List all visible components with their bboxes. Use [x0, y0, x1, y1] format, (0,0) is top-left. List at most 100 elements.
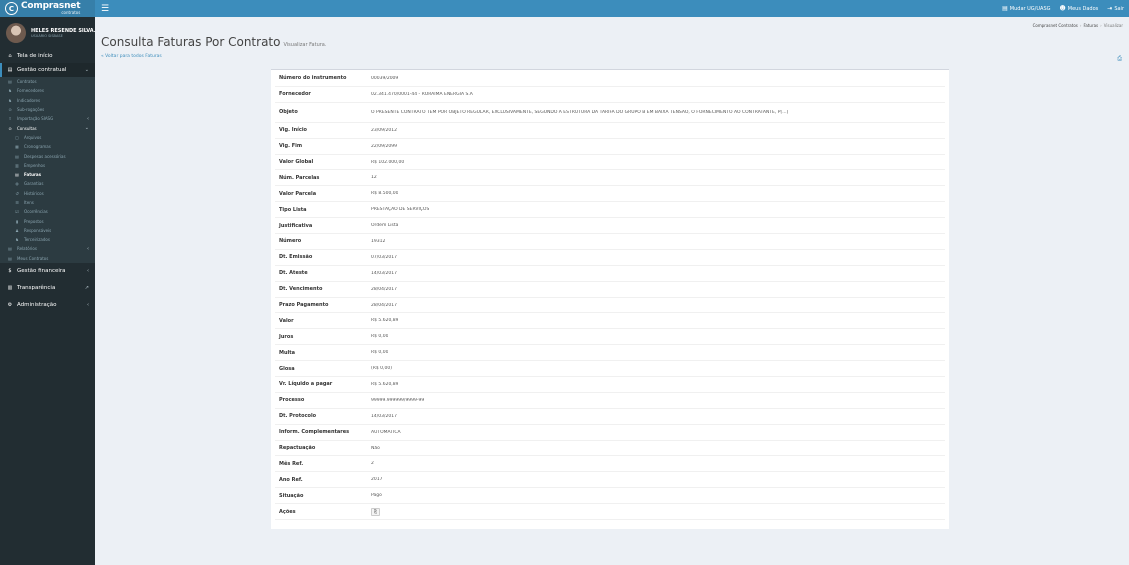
row-label: Vig. Fim: [279, 143, 303, 150]
sidebar-item-label: Consultas: [17, 125, 37, 131]
copy-button[interactable]: ⎘: [371, 507, 380, 516]
row-label: Multa: [279, 349, 296, 356]
sidebar-item-label: Despesas acessórias: [24, 153, 66, 159]
sidebar-item-gestao-financeira[interactable]: $ Gestão financeira ‹: [0, 263, 95, 280]
brand-logo-area[interactable]: C Comprasnet contratos: [0, 0, 95, 17]
sidebar-item-administracao[interactable]: ⚙ Administração ‹: [0, 297, 95, 314]
table-row: Processo 99999.999999/9999-99: [275, 393, 945, 409]
history-icon: ↺: [15, 190, 19, 196]
sidebar-item-gestao-contratual[interactable]: ▤ Gestão contratual ⌄: [0, 63, 95, 77]
row-label: Inform. Complementares: [279, 429, 350, 436]
table-row: Valor Global R$ 102.000,00: [275, 155, 945, 171]
row-value: 28/04/2017: [371, 302, 397, 308]
row-value: 14/03/2017: [371, 270, 397, 276]
sidebar-item-indicadores[interactable]: ♞ Indicadores: [0, 96, 95, 105]
users-icon: ♞: [8, 97, 12, 103]
row-value: O PRESENTE CONTRATO TEM POR OBJETO REGUL…: [371, 109, 789, 115]
invoice-icon: ▤: [15, 172, 19, 178]
breadcrumb-faturas[interactable]: Faturas: [1083, 23, 1098, 28]
sidebar-item-label: Contratos: [17, 79, 37, 85]
sidebar-item-cronogramas[interactable]: ▦ Cronogramas: [0, 142, 95, 151]
row-value: 12: [371, 175, 377, 181]
sidebar-item-consultas[interactable]: ⊙ Consultas ⌄: [0, 123, 95, 132]
table-row: Dt. Emissão 07/03/2017: [275, 250, 945, 266]
table-row: Valor Parcela R$ 8.500,00: [275, 186, 945, 203]
sidebar-item-despesas-acessorias[interactable]: ▤ Despesas acessórias: [0, 151, 95, 160]
logout-button[interactable]: ⇥ Sair: [1107, 5, 1124, 12]
sidebar-item-label: Sub-rogações: [17, 107, 45, 113]
breadcrumb-home[interactable]: Comprasnet Contratos: [1033, 23, 1078, 28]
row-label: Vr. Líquido a pagar: [279, 381, 333, 388]
sidebar-item-transparencia[interactable]: ▥ Transparência ↗: [0, 280, 95, 297]
page-title: Consulta Faturas Por Contrato Visualizar …: [101, 35, 326, 49]
sidebar-item-label: Meus Contratos: [17, 255, 49, 261]
change-ug-button[interactable]: ▤ Mudar UG/UASG: [1002, 5, 1050, 12]
sidebar-toggle-icon[interactable]: ☰: [101, 4, 109, 14]
sidebar-item-contratos[interactable]: ▤ Contratos: [0, 77, 95, 86]
row-label: Ano Ref.: [279, 476, 303, 483]
sidebar-item-relatorios[interactable]: ▤ Relatórios ‹: [0, 244, 95, 253]
search-icon: ⊙: [8, 125, 12, 131]
row-value: 19312: [371, 238, 386, 244]
table-row: Situação Pago: [275, 488, 945, 505]
users-icon: ♞: [15, 237, 19, 243]
id-card-icon: ▮: [15, 218, 19, 224]
row-label: Glosa: [279, 365, 295, 372]
row-value: PRESTAÇÃO DE SERVIÇOS: [371, 207, 430, 213]
sidebar-item-responsaveis[interactable]: ♟ Responsáveis: [0, 226, 95, 235]
print-icon[interactable]: ⎙: [1117, 55, 1122, 63]
gestao-contratual-submenu-tail: ▤ Relatórios ‹ ▤ Meus Contratos: [0, 244, 95, 263]
invoice-details-box: Número do instrumento 00039/2009 Forneced…: [271, 69, 949, 529]
table-row: Número 19312: [275, 234, 945, 250]
sign-out-icon: ⇥: [1107, 5, 1113, 12]
sidebar-item-label: Empenhos: [24, 162, 46, 168]
table-row: Inform. Complementares AUTOMÁTICA: [275, 425, 945, 441]
row-label: Dt. Protocolo: [279, 413, 317, 420]
sidebar-item-meus-contratos[interactable]: ▤ Meus Contratos: [0, 254, 95, 263]
sidebar-item-label: Garantias: [24, 181, 44, 187]
sidebar-item-ocorrencias[interactable]: ☑ Ocorrências: [0, 207, 95, 216]
chevron-left-icon: ‹: [87, 302, 89, 309]
row-label: Valor Parcela: [279, 190, 317, 197]
row-value: AUTOMÁTICA: [371, 429, 401, 435]
sidebar-item-historicos[interactable]: ↺ Históricos: [0, 189, 95, 198]
sidebar-item-itens[interactable]: ☰ Itens: [0, 198, 95, 207]
sidebar-item-prepostos[interactable]: ▮ Prepostos: [0, 216, 95, 225]
sidebar-item-fornecedores[interactable]: ♞ Fornecedores: [0, 86, 95, 95]
table-row: Vr. Líquido a pagar R$ 5.620,89: [275, 377, 945, 393]
report-icon: ▤: [8, 246, 12, 252]
sidebar-item-home[interactable]: ⌂ Tela de início: [0, 49, 95, 63]
sidebar-item-label: Faturas: [24, 172, 42, 178]
sidebar-item-terceirizados[interactable]: ♞ Terceirizados: [0, 235, 95, 244]
user-icon: ♟: [15, 227, 19, 233]
sidebar-item-garantias[interactable]: ◍ Garantias: [0, 179, 95, 188]
row-label: Ações: [279, 508, 296, 515]
page-title-text: Consulta Faturas Por Contrato: [101, 35, 281, 49]
my-data-button[interactable]: ☻ Meus Dados: [1060, 5, 1099, 12]
row-value: 14/03/2017: [371, 413, 397, 419]
sidebar-item-label: Ocorrências: [24, 209, 48, 215]
row-value: R$ 8.500,00: [371, 191, 399, 197]
chevron-down-icon: ⌄: [84, 67, 89, 73]
invoice-details-table: Número do instrumento 00039/2009 Forneced…: [275, 71, 945, 521]
sidebar-item-label: Indicadores: [17, 97, 41, 103]
row-label: Valor: [279, 317, 294, 324]
brand-subtitle: contratos: [61, 10, 81, 15]
row-value: R$ 0,00: [371, 334, 389, 340]
sidebar-item-empenhos[interactable]: ▥ Empenhos: [0, 161, 95, 170]
logout-label: Sair: [1114, 5, 1124, 12]
row-label: Fornecedor: [279, 91, 311, 98]
sidebar-item-faturas[interactable]: ▤ Faturas: [0, 170, 95, 179]
chevron-down-icon: ⌄: [84, 125, 89, 132]
gears-icon: ⚙: [7, 302, 13, 309]
file-icon: ▢: [15, 134, 19, 140]
row-label: Juros: [279, 333, 294, 340]
row-label: Núm. Parcelas: [279, 174, 320, 181]
sidebar-item-importacao-siasg[interactable]: ⇪ Importação SIASG ‹: [0, 114, 95, 123]
sidebar-item-label: Itens: [24, 200, 34, 205]
sidebar-item-arquivos[interactable]: ▢ Arquivos: [0, 133, 95, 142]
monitor-icon: ▥: [7, 285, 13, 292]
row-value: 2017: [371, 477, 383, 483]
back-to-faturas-link[interactable]: « Voltar para todos Faturas: [101, 54, 162, 59]
sidebar-item-subrogacoes[interactable]: ⊙ Sub-rogações: [0, 105, 95, 114]
